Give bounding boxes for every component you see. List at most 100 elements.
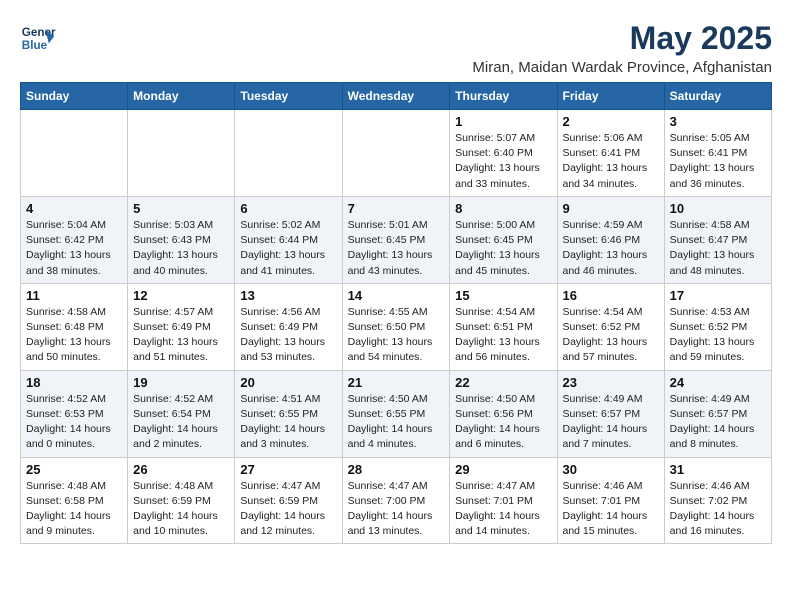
- day-info: Sunrise: 5:03 AM Sunset: 6:43 PM Dayligh…: [133, 218, 229, 279]
- calendar-cell: 31 Sunrise: 4:46 AM Sunset: 7:02 PM Dayli…: [664, 457, 771, 544]
- day-number: 10: [670, 201, 766, 216]
- calendar-body: 1Sunrise: 5:07 AM Sunset: 6:40 PM Daylig…: [21, 110, 772, 544]
- day-info: Sunrise: 4:58 AM Sunset: 6:48 PM Dayligh…: [26, 305, 122, 366]
- day-info: Sunrise: 5:04 AM Sunset: 6:42 PM Dayligh…: [26, 218, 122, 279]
- weekday-header-tuesday: Tuesday: [235, 83, 342, 110]
- day-info: Sunrise: 5:02 AM Sunset: 6:44 PM Dayligh…: [240, 218, 336, 279]
- week-row-5: 25 Sunrise: 4:48 AM Sunset: 6:58 PM Dayli…: [21, 457, 772, 544]
- weekday-header-thursday: Thursday: [450, 83, 557, 110]
- day-info: Sunrise: 4:47 AM Sunset: 7:00 PM Dayligh…: [348, 479, 445, 540]
- day-number: 5: [133, 201, 229, 216]
- calendar-cell: [128, 110, 235, 197]
- day-number: 3: [670, 114, 766, 129]
- calendar-cell: 6 Sunrise: 5:02 AM Sunset: 6:44 PM Daylig…: [235, 196, 342, 283]
- day-number: 15: [455, 288, 551, 303]
- calendar-cell: 3Sunrise: 5:05 AM Sunset: 6:41 PM Daylig…: [664, 110, 771, 197]
- day-info: Sunrise: 4:51 AM Sunset: 6:55 PM Dayligh…: [240, 392, 336, 453]
- day-info: Sunrise: 5:01 AM Sunset: 6:45 PM Dayligh…: [348, 218, 445, 279]
- logo: General Blue: [20, 20, 56, 56]
- day-number: 13: [240, 288, 336, 303]
- calendar-cell: 25 Sunrise: 4:48 AM Sunset: 6:58 PM Dayli…: [21, 457, 128, 544]
- calendar-cell: 15 Sunrise: 4:54 AM Sunset: 6:51 PM Dayli…: [450, 283, 557, 370]
- weekday-header-wednesday: Wednesday: [342, 83, 450, 110]
- day-number: 27: [240, 462, 336, 477]
- day-info: Sunrise: 4:53 AM Sunset: 6:52 PM Dayligh…: [670, 305, 766, 366]
- day-number: 29: [455, 462, 551, 477]
- day-number: 31: [670, 462, 766, 477]
- calendar-cell: 11 Sunrise: 4:58 AM Sunset: 6:48 PM Dayli…: [21, 283, 128, 370]
- day-number: 6: [240, 201, 336, 216]
- calendar-cell: 27Sunrise: 4:47 AM Sunset: 6:59 PM Dayli…: [235, 457, 342, 544]
- day-number: 25: [26, 462, 122, 477]
- calendar-table: SundayMondayTuesdayWednesdayThursdayFrid…: [20, 82, 772, 544]
- calendar-cell: 26Sunrise: 4:48 AM Sunset: 6:59 PM Dayli…: [128, 457, 235, 544]
- day-number: 4: [26, 201, 122, 216]
- calendar-cell: 28Sunrise: 4:47 AM Sunset: 7:00 PM Dayli…: [342, 457, 450, 544]
- day-number: 9: [563, 201, 659, 216]
- calendar-cell: 5 Sunrise: 5:03 AM Sunset: 6:43 PM Daylig…: [128, 196, 235, 283]
- day-number: 24: [670, 375, 766, 390]
- day-info: Sunrise: 4:57 AM Sunset: 6:49 PM Dayligh…: [133, 305, 229, 366]
- calendar-cell: 16 Sunrise: 4:54 AM Sunset: 6:52 PM Dayli…: [557, 283, 664, 370]
- day-info: Sunrise: 4:54 AM Sunset: 6:52 PM Dayligh…: [563, 305, 659, 366]
- week-row-2: 4 Sunrise: 5:04 AM Sunset: 6:42 PM Daylig…: [21, 196, 772, 283]
- location-title: Miran, Maidan Wardak Province, Afghanist…: [472, 59, 772, 76]
- week-row-4: 18Sunrise: 4:52 AM Sunset: 6:53 PM Dayli…: [21, 370, 772, 457]
- weekday-header-sunday: Sunday: [21, 83, 128, 110]
- calendar-cell: 24 Sunrise: 4:49 AM Sunset: 6:57 PM Dayli…: [664, 370, 771, 457]
- day-number: 11: [26, 288, 122, 303]
- calendar-cell: [21, 110, 128, 197]
- day-info: Sunrise: 4:50 AM Sunset: 6:55 PM Dayligh…: [348, 392, 445, 453]
- week-row-3: 11 Sunrise: 4:58 AM Sunset: 6:48 PM Dayli…: [21, 283, 772, 370]
- title-area: May 2025 Miran, Maidan Wardak Province, …: [472, 20, 772, 76]
- month-title: May 2025: [472, 20, 772, 57]
- day-info: Sunrise: 4:56 AM Sunset: 6:49 PM Dayligh…: [240, 305, 336, 366]
- day-info: Sunrise: 4:46 AM Sunset: 7:01 PM Dayligh…: [563, 479, 659, 540]
- day-info: Sunrise: 5:06 AM Sunset: 6:41 PM Dayligh…: [563, 131, 659, 192]
- day-info: Sunrise: 4:46 AM Sunset: 7:02 PM Dayligh…: [670, 479, 766, 540]
- calendar-cell: [342, 110, 450, 197]
- weekday-header-monday: Monday: [128, 83, 235, 110]
- day-info: Sunrise: 4:48 AM Sunset: 6:58 PM Dayligh…: [26, 479, 122, 540]
- day-number: 26: [133, 462, 229, 477]
- weekday-header-row: SundayMondayTuesdayWednesdayThursdayFrid…: [21, 83, 772, 110]
- day-info: Sunrise: 4:55 AM Sunset: 6:50 PM Dayligh…: [348, 305, 445, 366]
- day-info: Sunrise: 4:49 AM Sunset: 6:57 PM Dayligh…: [670, 392, 766, 453]
- calendar-cell: 29 Sunrise: 4:47 AM Sunset: 7:01 PM Dayli…: [450, 457, 557, 544]
- svg-text:Blue: Blue: [22, 39, 48, 52]
- calendar-cell: 14Sunrise: 4:55 AM Sunset: 6:50 PM Dayli…: [342, 283, 450, 370]
- day-number: 12: [133, 288, 229, 303]
- day-info: Sunrise: 4:54 AM Sunset: 6:51 PM Dayligh…: [455, 305, 551, 366]
- calendar-cell: 22 Sunrise: 4:50 AM Sunset: 6:56 PM Dayli…: [450, 370, 557, 457]
- day-info: Sunrise: 4:47 AM Sunset: 7:01 PM Dayligh…: [455, 479, 551, 540]
- calendar-cell: 19 Sunrise: 4:52 AM Sunset: 6:54 PM Dayli…: [128, 370, 235, 457]
- day-info: Sunrise: 4:50 AM Sunset: 6:56 PM Dayligh…: [455, 392, 551, 453]
- day-info: Sunrise: 5:00 AM Sunset: 6:45 PM Dayligh…: [455, 218, 551, 279]
- calendar-cell: 13 Sunrise: 4:56 AM Sunset: 6:49 PM Dayli…: [235, 283, 342, 370]
- day-number: 2: [563, 114, 659, 129]
- day-number: 22: [455, 375, 551, 390]
- weekday-header-saturday: Saturday: [664, 83, 771, 110]
- day-number: 23: [563, 375, 659, 390]
- calendar-cell: 10Sunrise: 4:58 AM Sunset: 6:47 PM Dayli…: [664, 196, 771, 283]
- logo-icon: General Blue: [20, 20, 56, 56]
- day-info: Sunrise: 4:49 AM Sunset: 6:57 PM Dayligh…: [563, 392, 659, 453]
- calendar-cell: 23 Sunrise: 4:49 AM Sunset: 6:57 PM Dayli…: [557, 370, 664, 457]
- page-header: General Blue May 2025 Miran, Maidan Ward…: [20, 20, 772, 76]
- day-number: 1: [455, 114, 551, 129]
- day-number: 30: [563, 462, 659, 477]
- day-number: 16: [563, 288, 659, 303]
- day-number: 21: [348, 375, 445, 390]
- calendar-cell: 1Sunrise: 5:07 AM Sunset: 6:40 PM Daylig…: [450, 110, 557, 197]
- calendar-cell: 21 Sunrise: 4:50 AM Sunset: 6:55 PM Dayli…: [342, 370, 450, 457]
- day-info: Sunrise: 4:59 AM Sunset: 6:46 PM Dayligh…: [563, 218, 659, 279]
- calendar-cell: [235, 110, 342, 197]
- day-number: 18: [26, 375, 122, 390]
- calendar-cell: 20Sunrise: 4:51 AM Sunset: 6:55 PM Dayli…: [235, 370, 342, 457]
- calendar-cell: 17Sunrise: 4:53 AM Sunset: 6:52 PM Dayli…: [664, 283, 771, 370]
- weekday-header-friday: Friday: [557, 83, 664, 110]
- calendar-cell: 4 Sunrise: 5:04 AM Sunset: 6:42 PM Daylig…: [21, 196, 128, 283]
- day-number: 7: [348, 201, 445, 216]
- day-info: Sunrise: 4:52 AM Sunset: 6:54 PM Dayligh…: [133, 392, 229, 453]
- day-number: 19: [133, 375, 229, 390]
